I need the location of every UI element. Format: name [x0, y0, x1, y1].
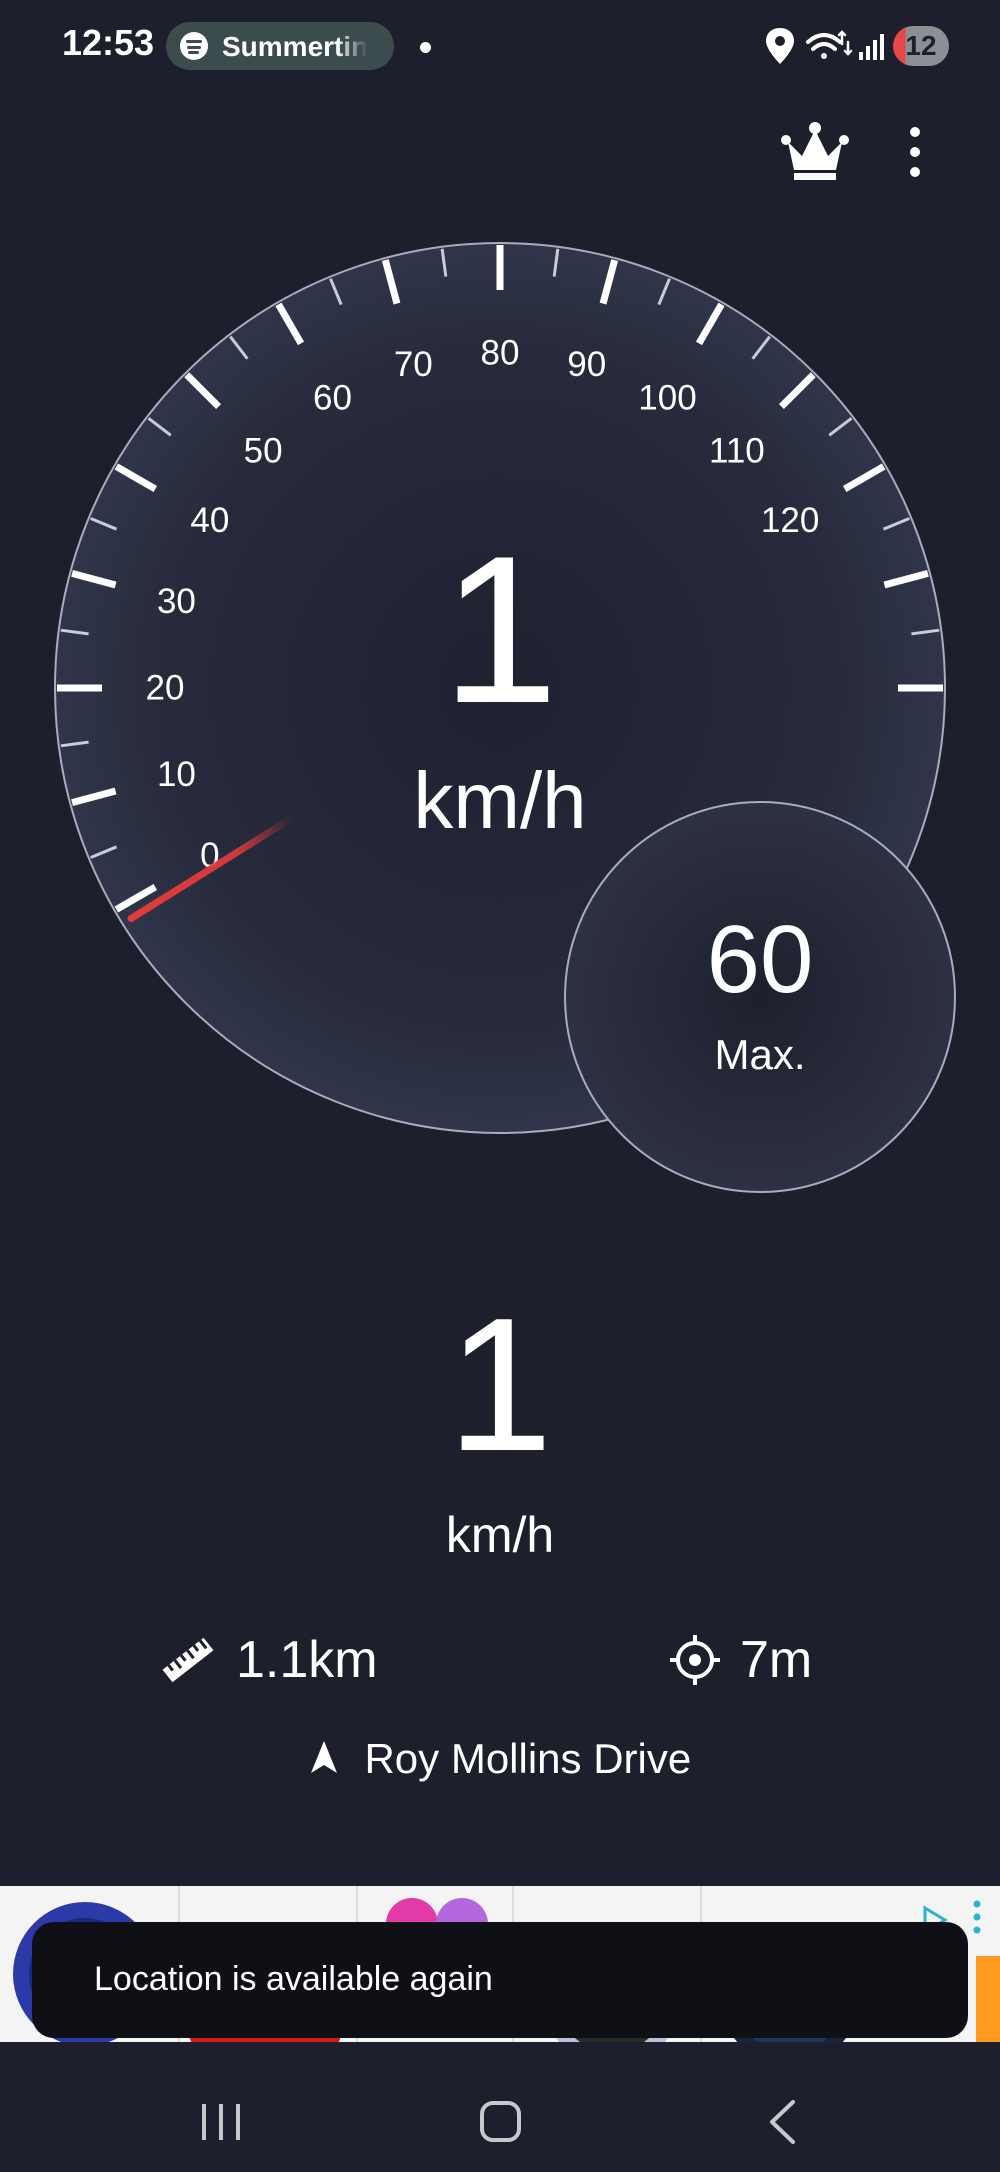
ruler-icon [162, 1637, 214, 1683]
location-pin-icon [766, 28, 794, 64]
crown-icon[interactable] [780, 120, 850, 182]
spotify-icon [180, 32, 208, 60]
ad-more-icon[interactable] [973, 1900, 981, 1934]
digital-speed-unit: km/h [445, 1507, 555, 1563]
max-speed-value: 60 [706, 906, 814, 1013]
gauge-label: 50 [244, 432, 283, 471]
status-time: 12:53 [62, 22, 155, 63]
accuracy-stat: 7m [668, 1620, 812, 1700]
crosshair-icon [670, 1635, 720, 1685]
gauge-speed-unit: km/h [413, 756, 587, 845]
gauge-label: 70 [394, 345, 433, 384]
media-chip[interactable]: Summertin [166, 22, 394, 70]
gauge-label: 110 [709, 432, 765, 471]
gauge-speed-value: 1 [441, 512, 559, 747]
gauge-label: 20 [146, 669, 185, 708]
battery-icon: 12 [893, 26, 949, 66]
digital-speed-value: 1 [447, 1279, 553, 1491]
home-icon[interactable] [480, 2101, 521, 2142]
back-icon[interactable] [770, 2100, 795, 2144]
gauge-label: 120 [761, 501, 819, 540]
gauge-label: 30 [157, 582, 196, 621]
recents-icon[interactable] [202, 2104, 240, 2140]
media-title: Summertin [222, 31, 369, 62]
status-bar: 12:53 Summertin 12 [0, 0, 1000, 96]
gauge-label: 100 [638, 378, 696, 417]
system-nav-bar [0, 2042, 1000, 2167]
notification-dot [420, 42, 431, 53]
street-row: Roy Mollins Drive [0, 1735, 1000, 1783]
more-vert-icon[interactable] [900, 124, 930, 180]
location-toast: Location is available again [32, 1922, 968, 2038]
gauge-label: 90 [567, 345, 606, 384]
signal-icon [859, 34, 884, 60]
street-name: Roy Mollins Drive [364, 1735, 692, 1782]
wifi-icon [806, 30, 853, 59]
max-speed-label: Max. [714, 1031, 806, 1078]
gauge-label: 10 [157, 755, 196, 794]
gauge-label: 40 [190, 501, 229, 540]
distance-stat: 1.1km [160, 1620, 378, 1700]
gauge-label: 60 [313, 378, 352, 417]
status-icons [760, 20, 890, 79]
gauge-label: 80 [481, 334, 520, 373]
accuracy-value: 7m [740, 1631, 813, 1689]
navigation-arrow-icon [310, 1741, 337, 1773]
distance-value: 1.1km [236, 1631, 378, 1689]
toast-message: Location is available again [94, 1960, 493, 1998]
